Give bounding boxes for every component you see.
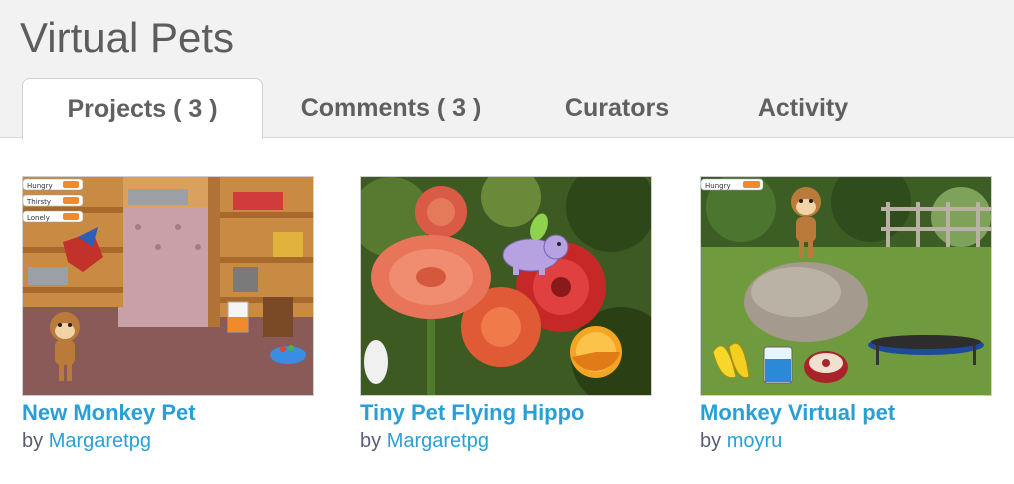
tab-curators[interactable]: Curators [519,78,715,138]
thumbnail-label: Hungry [705,182,731,190]
studio-title: Virtual Pets [20,14,234,61]
author-link[interactable]: moyru [727,430,783,452]
studio-header: Virtual Pets Projects ( 3 ) Comments ( 3… [0,0,1014,139]
project-thumbnail[interactable]: Hungry Thirsty Lonely [22,176,314,396]
thumbnail-label: Thirsty [26,198,51,206]
author-link[interactable]: Margaretpg [49,430,151,452]
project-byline: by Margaretpg [360,430,652,453]
project-byline: by Margaretpg [22,430,314,453]
project-thumbnail[interactable]: Hungry [700,176,992,396]
by-label: by [22,430,44,452]
project-card: Hungry Thirsty Lonely New Monkey Pet by … [22,176,314,453]
project-title-link[interactable]: New Monkey Pet [22,400,314,426]
tab-activity[interactable]: Activity [715,78,891,138]
project-card: Hungry Monkey Virtual pet by moyru [700,176,992,453]
project-title-link[interactable]: Monkey Virtual pet [700,400,992,426]
tab-comments[interactable]: Comments ( 3 ) [263,78,519,138]
by-label: by [700,430,722,452]
studio-tabs: Projects ( 3 ) Comments ( 3 ) Curators A… [22,78,891,139]
tab-projects[interactable]: Projects ( 3 ) [22,78,263,139]
author-link[interactable]: Margaretpg [387,430,489,452]
by-label: by [360,430,382,452]
project-thumbnail[interactable] [360,176,652,396]
project-card: Tiny Pet Flying Hippo by Margaretpg [360,176,652,453]
thumbnail-label: Lonely [27,214,50,222]
thumbnail-label: Hungry [27,182,53,190]
project-byline: by moyru [700,430,992,453]
project-title-link[interactable]: Tiny Pet Flying Hippo [360,400,652,426]
